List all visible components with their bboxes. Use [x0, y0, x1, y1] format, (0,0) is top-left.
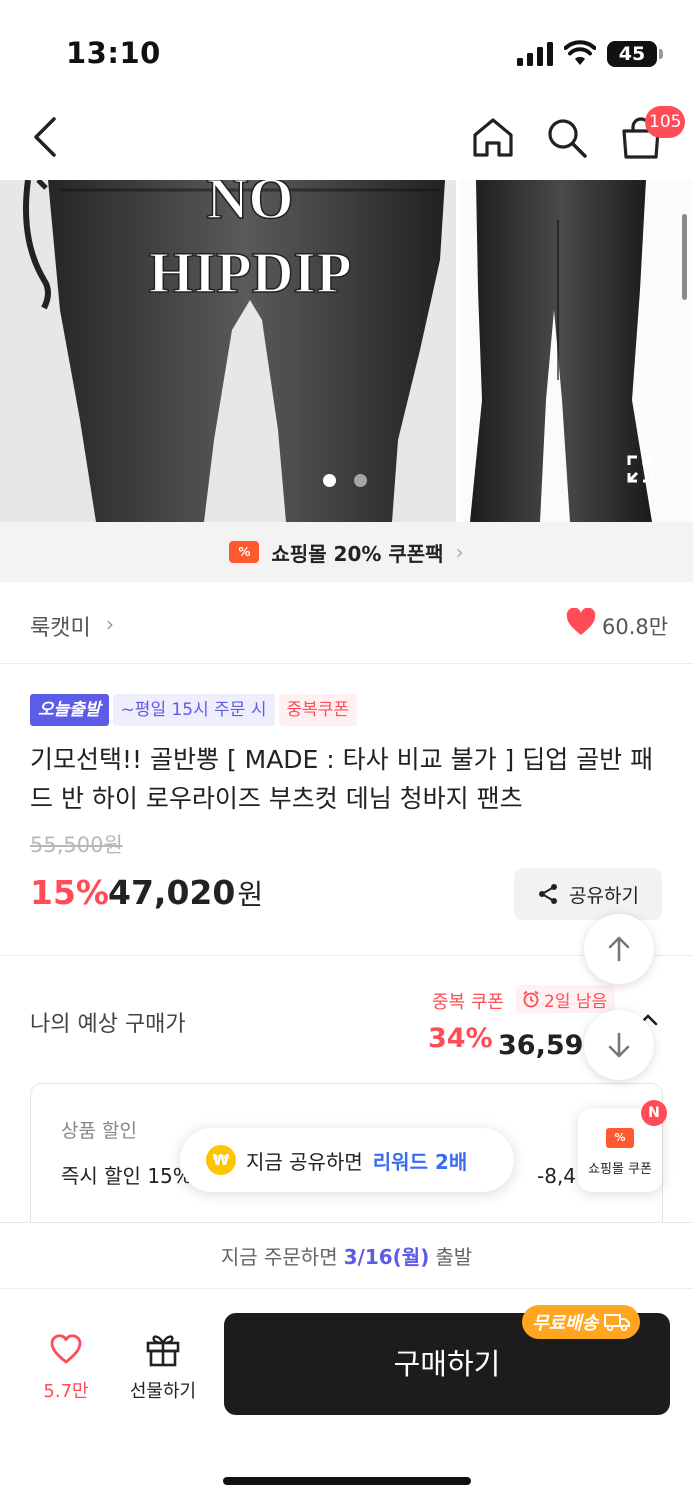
shipping-date: 3/16(월)	[343, 1245, 430, 1269]
truck-icon	[604, 1314, 631, 1331]
product-discount-label: 상품 할인	[61, 1120, 137, 1142]
reward-toast-text: 지금 공유하면	[246, 1149, 363, 1174]
share-icon	[539, 884, 558, 904]
product-image-carousel[interactable]: NO HIPDIP	[0, 180, 693, 522]
shipping-notice-prefix: 지금 주문하면	[220, 1245, 338, 1269]
expected-price: 36,590원	[498, 1030, 590, 1061]
nav-bar	[0, 100, 693, 180]
sale-price-unit: 원	[237, 878, 264, 911]
wishlist-count: 5.7만	[43, 1381, 89, 1402]
shipping-notice: 지금 주문하면 3/16(월) 출발	[0, 1223, 693, 1289]
discount-percent: 15%	[30, 873, 109, 912]
carousel-dots	[323, 474, 367, 487]
sale-price: 47,020원	[108, 873, 263, 913]
gift-icon	[146, 1335, 180, 1367]
wishlist-button[interactable]: 5.7만	[36, 1333, 96, 1409]
home-indicator[interactable]	[223, 1477, 471, 1485]
cellular-signal-icon	[517, 42, 553, 66]
heart-filled-icon[interactable]	[566, 608, 596, 636]
mall-coupon-label: 쇼핑몰 쿠폰	[588, 1162, 652, 1177]
battery-indicator: 45	[607, 41, 663, 67]
scroll-bottom-button[interactable]	[584, 1010, 654, 1080]
carousel-dot[interactable]	[354, 474, 367, 487]
store-name-link[interactable]: 룩캣미	[30, 610, 91, 642]
status-time: 13:10	[66, 36, 161, 70]
wifi-icon	[564, 40, 596, 65]
back-arrow-icon[interactable]	[28, 115, 64, 159]
expected-price-label: 나의 예상 구매가	[30, 1012, 186, 1037]
instant-discount-value: -8,480원	[537, 1164, 577, 1188]
bottom-purchase-panel: 지금 주문하면 3/16(월) 출발 5.7만 선물하기 구매하기 무료배송	[0, 1222, 693, 1500]
arrow-down-icon	[608, 1032, 630, 1058]
coupon-icon: %	[606, 1128, 634, 1148]
share-button[interactable]: 공유하기	[514, 868, 662, 920]
new-badge: N	[641, 1100, 667, 1126]
coupon-pack-banner[interactable]: % 쇼핑몰 20% 쿠폰팩 ›	[0, 522, 693, 582]
store-like-count: 60.8만	[602, 615, 669, 639]
scroll-indicator	[682, 214, 687, 300]
chevron-right-icon: ›	[455, 540, 464, 564]
cart-count-badge: 105	[645, 106, 686, 138]
carousel-dot[interactable]	[323, 474, 336, 487]
days-left-text: 2일 남음	[544, 991, 608, 1012]
coupon-banner-text: 쇼핑몰 20% 쿠폰팩	[271, 541, 444, 566]
duplicate-coupon-label: 중복 쿠폰	[432, 992, 504, 1013]
heart-outline-icon	[50, 1334, 82, 1364]
shipping-badges: 오늘출발 ~평일 15시 주문 시 중복쿠폰	[30, 694, 358, 726]
gift-label: 선물하기	[129, 1381, 197, 1402]
today-shipping-badge: 오늘출발	[30, 694, 109, 726]
status-bar: 13:10 45	[0, 0, 693, 100]
sale-price-number: 47,020	[108, 873, 236, 912]
coin-icon: ₩	[206, 1145, 236, 1175]
home-icon[interactable]	[470, 115, 516, 161]
free-shipping-badge: 무료배송	[522, 1305, 641, 1339]
share-label: 공유하기	[569, 884, 639, 907]
arrow-up-icon	[608, 936, 630, 962]
product-photo: NO HIPDIP	[0, 180, 693, 522]
scroll-top-button[interactable]	[584, 914, 654, 984]
chevron-right-icon[interactable]: ›	[106, 612, 114, 636]
expected-discount-percent: 34%	[428, 1023, 493, 1054]
alarm-clock-icon	[523, 990, 539, 1008]
expand-icon[interactable]	[626, 454, 654, 484]
reward-toast-highlight: 리워드 2배	[372, 1149, 468, 1174]
hero-overlay-line1: NO	[207, 180, 294, 231]
product-title: 기모선택!! 골반뽕 [ MADE : 타사 비교 불가 ] 딥업 골반 패드 …	[30, 745, 654, 813]
duplicate-coupon-badge: 중복쿠폰	[278, 694, 358, 726]
original-price: 55,500원	[30, 833, 123, 857]
days-left-badge: 2일 남음	[516, 985, 616, 1013]
store-row: 룩캣미 › 60.8만	[0, 582, 693, 664]
search-icon[interactable]	[544, 115, 590, 161]
coupon-icon: %	[229, 541, 260, 563]
gift-button[interactable]: 선물하기	[120, 1331, 206, 1409]
weekday-order-badge: ~평일 15시 주문 시	[112, 694, 275, 726]
shipping-notice-suffix: 출발	[435, 1245, 473, 1269]
free-shipping-label: 무료배송	[532, 1313, 599, 1334]
hero-overlay-line2: HIPDIP	[149, 240, 352, 305]
reward-toast[interactable]: ₩ 지금 공유하면 리워드 2배	[180, 1128, 514, 1192]
